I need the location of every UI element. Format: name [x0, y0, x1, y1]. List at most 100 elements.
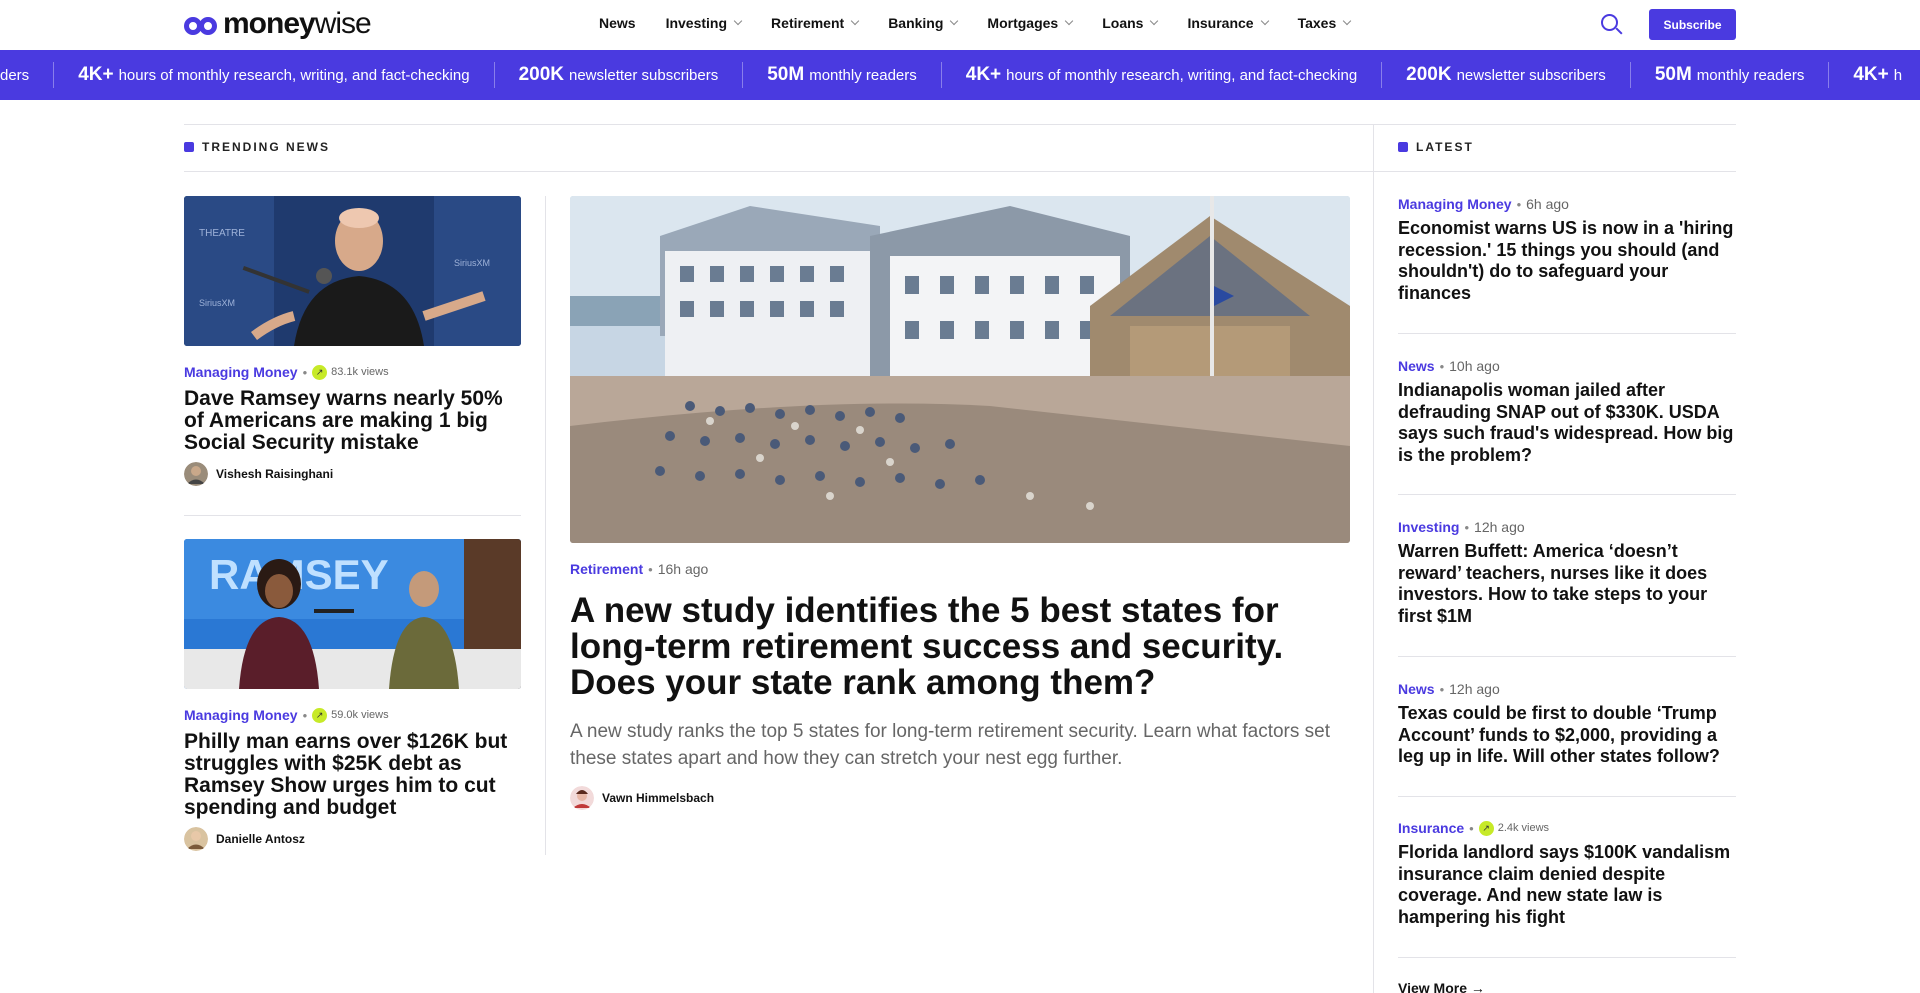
article-meta: Retirement • 16h ago [570, 561, 709, 577]
latest-item[interactable]: News • 12h ago Texas could be first to d… [1398, 681, 1736, 768]
ticker-item: 4K+ hours of monthly research, writing, a… [53, 62, 493, 88]
ticker-item: 4K+ h [1828, 62, 1920, 88]
category-link[interactable]: Managing Money [184, 707, 298, 723]
logo-mark-icon [184, 12, 220, 36]
article-age: 16h ago [657, 561, 709, 577]
trending-card[interactable]: RAMSEY Managing Money • ↗ 59.0k views Ph… [184, 539, 521, 851]
main-nav: News Investing Retirement Banking Mortga… [599, 0, 1380, 46]
category-link[interactable]: Investing [1398, 519, 1459, 535]
logo-text: moneywise [223, 7, 372, 40]
article-title[interactable]: Philly man earns over $126K but struggle… [184, 731, 521, 819]
subscribe-button[interactable]: Subscribe [1649, 9, 1736, 40]
article-title[interactable]: Texas could be first to double ‘Trump Ac… [1398, 703, 1736, 768]
stats-ticker: ders 4K+ hours of monthly research, writi… [0, 50, 1920, 100]
article-age: 12h ago [1474, 519, 1525, 535]
article-title[interactable]: Indianapolis woman jailed after defraudi… [1398, 380, 1736, 466]
author-avatar [570, 786, 594, 810]
article-title[interactable]: Warren Buffett: America ‘doesn’t reward’… [1398, 541, 1736, 627]
view-count: 2.4k views [1497, 822, 1550, 834]
nav-mortgages[interactable]: Mortgages [987, 15, 1074, 31]
article-meta: News • 12h ago [1398, 681, 1500, 697]
chevron-down-icon [1150, 16, 1159, 26]
nav-insurance[interactable]: Insurance [1187, 15, 1269, 31]
ticker-item: 4K+ hours of monthly research, writing, a… [940, 62, 1381, 88]
column-divider [545, 196, 546, 855]
nav-taxes[interactable]: Taxes [1298, 15, 1352, 31]
svg-text:SiriusXM: SiriusXM [199, 298, 235, 308]
article-age: 10h ago [1449, 358, 1500, 374]
article-age: 6h ago [1526, 196, 1569, 212]
nav-loans[interactable]: Loans [1102, 15, 1159, 31]
trending-icon: ↗ [1478, 820, 1494, 836]
article-meta: Insurance • ↗ 2.4k views [1398, 820, 1550, 836]
svg-text:THEATRE: THEATRE [199, 228, 245, 239]
author-byline[interactable]: Vawn Himmelsbach [570, 786, 1350, 810]
featured-image[interactable] [570, 196, 1350, 543]
latest-item[interactable]: Managing Money • 6h ago Economist warns … [1398, 196, 1736, 304]
author-avatar [184, 827, 208, 851]
divider [1398, 333, 1736, 334]
view-count: 83.1k views [331, 366, 389, 378]
ticker-item: 50M monthly readers [742, 62, 941, 88]
search-icon[interactable] [1601, 14, 1623, 36]
latest-item[interactable]: Investing • 12h ago Warren Buffett: Amer… [1398, 519, 1736, 627]
article-meta: Managing Money • 6h ago [1398, 196, 1569, 212]
article-thumbnail[interactable]: RAMSEY [184, 539, 521, 689]
article-meta: Managing Money • ↗ 59.0k views [184, 707, 389, 723]
view-more-link[interactable]: View More → [1398, 980, 1485, 993]
divider [1398, 656, 1736, 657]
square-bullet-icon [184, 142, 194, 152]
nav-news[interactable]: News [599, 15, 636, 31]
nav-retirement[interactable]: Retirement [771, 15, 860, 31]
category-link[interactable]: Managing Money [1398, 196, 1512, 212]
nav-banking[interactable]: Banking [888, 15, 959, 31]
category-link[interactable]: Retirement [570, 561, 643, 577]
view-count: 59.0k views [331, 709, 389, 721]
featured-article[interactable]: Retirement • 16h ago A new study identif… [570, 196, 1350, 810]
square-bullet-icon [1398, 142, 1408, 152]
article-thumbnail[interactable]: THEATRE SiriusXM SiriusXM [184, 196, 521, 346]
chevron-down-icon [1064, 16, 1074, 26]
divider [1374, 171, 1736, 172]
author-avatar [184, 462, 208, 486]
chevron-down-icon [1343, 16, 1352, 26]
divider [1398, 494, 1736, 495]
ticker-item: 200K newsletter subscribers [1381, 62, 1630, 88]
moneywise-logo[interactable]: moneywise [184, 7, 372, 40]
trending-icon: ↗ [312, 707, 328, 723]
latest-item[interactable]: Insurance • ↗ 2.4k views Florida landlor… [1398, 820, 1736, 928]
category-link[interactable]: Insurance [1398, 820, 1464, 836]
nav-investing[interactable]: Investing [666, 15, 743, 31]
chevron-down-icon [950, 16, 959, 26]
svg-text:SiriusXM: SiriusXM [454, 258, 490, 268]
divider [184, 124, 1736, 125]
trending-icon: ↗ [312, 364, 328, 380]
trending-card[interactable]: THEATRE SiriusXM SiriusXM Managing Money… [184, 196, 521, 486]
ticker-item: 200K newsletter subscribers [493, 62, 743, 88]
category-link[interactable]: Managing Money [184, 364, 298, 380]
chevron-down-icon [850, 16, 860, 26]
divider [184, 171, 1374, 172]
featured-title[interactable]: A new study identifies the 5 best states… [570, 593, 1350, 701]
author-byline[interactable]: Danielle Antosz [184, 827, 521, 851]
article-meta: News • 10h ago [1398, 358, 1500, 374]
latest-heading: LATEST [1398, 140, 1474, 154]
column-divider [1373, 124, 1374, 993]
chevron-down-icon [1260, 16, 1269, 26]
divider [1398, 796, 1736, 797]
author-byline[interactable]: Vishesh Raisinghani [184, 462, 521, 486]
chevron-down-icon [733, 16, 743, 26]
arrow-right-icon: → [1470, 980, 1485, 993]
category-link[interactable]: News [1398, 358, 1435, 374]
featured-description: A new study ranks the top 5 states for l… [570, 721, 1330, 769]
article-title[interactable]: Economist warns US is now in a 'hiring r… [1398, 218, 1736, 304]
ticker-item: ders [0, 66, 30, 84]
article-meta: Investing • 12h ago [1398, 519, 1525, 535]
latest-item[interactable]: News • 10h ago Indianapolis woman jailed… [1398, 358, 1736, 466]
category-link[interactable]: News [1398, 681, 1435, 697]
trending-news-heading: TRENDING NEWS [184, 140, 330, 154]
article-title[interactable]: Dave Ramsey warns nearly 50% of American… [184, 388, 521, 454]
article-title[interactable]: Florida landlord says $100K vandalism in… [1398, 842, 1736, 928]
article-age: 12h ago [1449, 681, 1500, 697]
site-header: moneywise News Investing Retirement Bank… [0, 0, 1920, 50]
